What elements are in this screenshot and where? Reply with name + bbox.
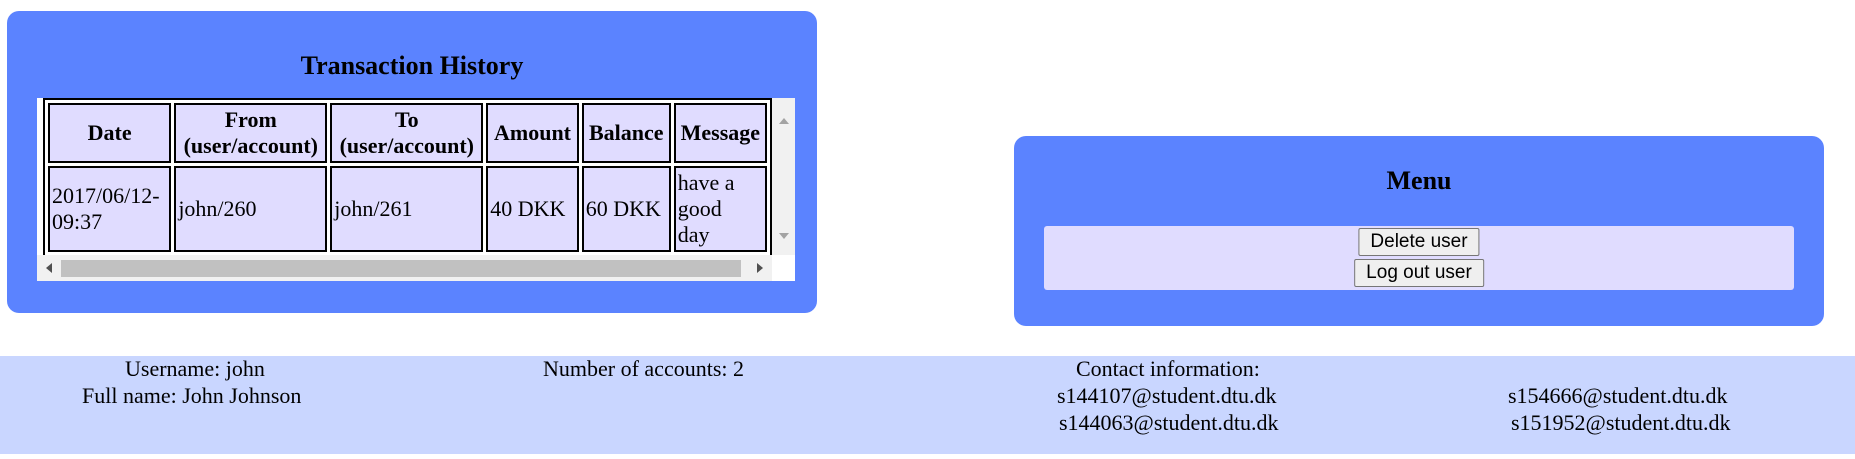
menu-panel: Menu Delete user Log out user [1014,136,1824,326]
transaction-table-scroll-area[interactable]: Date From (user/account) To (user/account)… [37,98,795,281]
footer-contact-email[interactable]: s144107@student.dtu.dk [1057,383,1276,409]
cell-to: john/261 [330,166,484,252]
horizontal-scrollbar[interactable] [37,255,772,281]
scroll-left-arrow-icon[interactable] [46,263,52,273]
log-out-user-button[interactable]: Log out user [1354,259,1484,287]
column-header-from: From (user/account) [174,103,328,163]
footer-contact-label: Contact information: [1076,356,1260,381]
delete-user-button[interactable]: Delete user [1358,228,1480,256]
transaction-history-title: Transaction History [300,51,524,80]
column-header-amount: Amount [486,103,579,163]
cell-from: john/260 [174,166,328,252]
horizontal-scrollbar-thumb[interactable] [61,260,741,277]
table-row: 2017/06/12- 09:37 john/260 john/261 40 DK… [48,166,767,252]
footer: Username: john Full name: John Johnson N… [0,356,1855,454]
cell-amount: 40 DKK [486,166,579,252]
column-header-date: Date [48,103,172,163]
menu-actions: Delete user Log out user [1044,226,1794,290]
footer-account-count: Number of accounts: 2 [543,356,744,381]
footer-fullname: Full name: John Johnson [82,383,302,408]
footer-contact-email[interactable]: s154666@student.dtu.dk [1508,383,1727,409]
cell-message: have a good day [673,166,767,252]
column-header-to: To (user/account) [330,103,484,163]
scroll-right-arrow-icon[interactable] [757,263,763,273]
table-header-row: Date From (user/account) To (user/account)… [48,103,767,163]
footer-contact-email[interactable]: s144063@student.dtu.dk [1059,410,1278,436]
footer-contact-email[interactable]: s151952@student.dtu.dk [1511,410,1730,436]
footer-username: Username: john [125,356,265,381]
cell-balance: 60 DKK [581,166,671,252]
column-header-balance: Balance [581,103,671,163]
transaction-table: Date From (user/account) To (user/account)… [43,98,772,255]
scrollbar-corner [772,255,795,281]
scroll-up-arrow-icon[interactable] [779,118,789,124]
cell-date: 2017/06/12- 09:37 [48,166,172,252]
page: Transaction History Date From (user/accou… [0,0,1855,459]
menu-title: Menu [1386,166,1452,195]
scroll-down-arrow-icon[interactable] [779,233,789,239]
vertical-scrollbar[interactable] [772,98,795,255]
column-header-message: Message [673,103,767,163]
transaction-history-panel: Transaction History Date From (user/accou… [7,11,817,313]
transaction-table-viewport: Date From (user/account) To (user/account)… [37,98,772,255]
